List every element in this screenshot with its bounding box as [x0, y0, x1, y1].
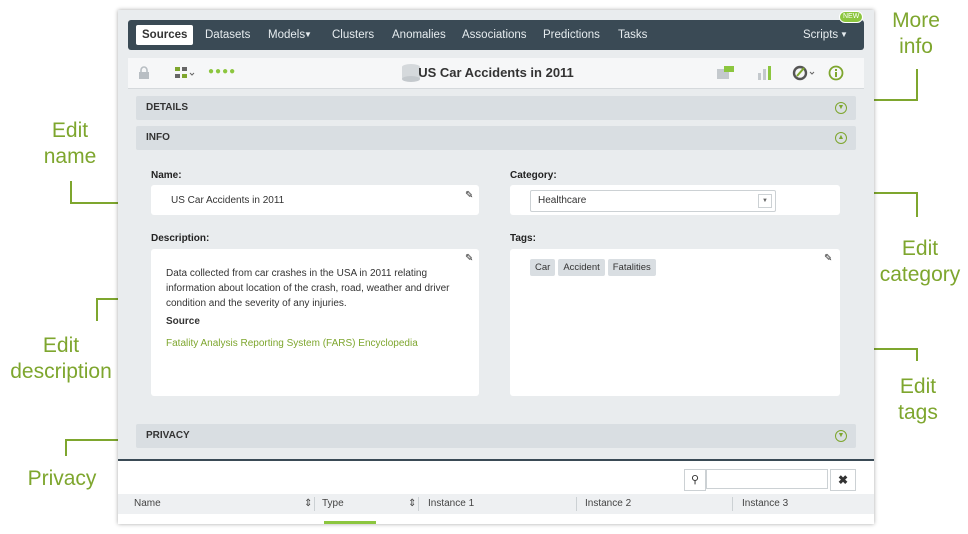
info-panel[interactable]: INFO ▲ — [136, 126, 856, 150]
tag-chip[interactable]: Accident — [558, 259, 605, 276]
tab-datasets[interactable]: Datasets — [205, 20, 250, 50]
clear-icon[interactable]: ✖ — [830, 469, 856, 491]
category-value: Healthcare — [538, 195, 587, 206]
column-divider — [732, 497, 733, 511]
column-name[interactable]: Name — [134, 494, 161, 514]
edit-pencil-icon[interactable]: ✎ — [465, 190, 473, 201]
annotation-edit-tags: Edit tags — [898, 375, 938, 424]
column-divider — [418, 497, 419, 511]
description-text: Data collected from car crashes in the U… — [166, 268, 450, 309]
source-link[interactable]: Fatality Analysis Reporting System (FARS… — [166, 338, 418, 349]
search-icon: ⚲ — [684, 469, 706, 491]
create-dataset-icon[interactable] — [716, 65, 736, 81]
tags-label: Tags: — [510, 233, 536, 244]
column-divider — [576, 497, 577, 511]
new-badge: NEW — [839, 11, 864, 23]
tab-models[interactable]: Models — [268, 20, 305, 50]
description-field[interactable]: Data collected from car crashes in the U… — [151, 249, 479, 396]
resource-toolbar: ●●●● US Car Accidents in 2011 — [128, 58, 864, 89]
tab-tasks[interactable]: Tasks — [618, 20, 647, 50]
column-instance-2[interactable]: Instance 2 — [585, 494, 631, 514]
chevron-down-icon[interactable]: ▼ — [840, 20, 848, 50]
tab-predictions[interactable]: Predictions — [543, 20, 600, 50]
tag-list: Car Accident Fatalities — [530, 257, 659, 276]
selected-row-indicator — [324, 521, 376, 524]
chart-icon[interactable] — [756, 65, 776, 81]
category-area: Healthcare ▼ — [510, 185, 840, 215]
column-instance-3[interactable]: Instance 3 — [742, 494, 788, 514]
details-label: DETAILS — [146, 102, 189, 113]
info-icon[interactable] — [828, 65, 844, 81]
name-field[interactable]: US Car Accidents in 2011 ✎ — [151, 185, 479, 215]
sort-icon[interactable]: ⇕ — [408, 494, 416, 514]
tab-anomalies[interactable]: Anomalies — [392, 20, 446, 50]
chevron-down-icon[interactable]: ▼ — [835, 102, 847, 114]
name-value: US Car Accidents in 2011 — [171, 195, 285, 206]
app-window: Sources Datasets Models ▼ Clusters Anoma… — [118, 10, 874, 524]
annotation-more-info: More info — [892, 9, 940, 58]
tab-sources[interactable]: Sources — [136, 25, 194, 45]
tags-field[interactable]: Car Accident Fatalities ✎ — [510, 249, 840, 396]
source-heading: Source — [166, 316, 200, 327]
category-label: Category: — [510, 170, 557, 181]
tag-chip[interactable]: Car — [530, 259, 556, 276]
details-panel[interactable]: DETAILS ▼ — [136, 96, 856, 120]
annotation-edit-category: Edit category — [879, 237, 961, 286]
column-divider — [314, 497, 315, 511]
category-select[interactable]: Healthcare ▼ — [530, 190, 776, 212]
sort-icon[interactable]: ⇕ — [304, 494, 312, 514]
configure-icon[interactable] — [792, 65, 818, 81]
chevron-down-icon[interactable]: ▼ — [304, 20, 312, 50]
annotation-privacy: Privacy — [27, 467, 97, 490]
select-arrow-icon[interactable]: ▼ — [758, 194, 772, 208]
column-type[interactable]: Type — [322, 494, 344, 514]
chevron-down-icon[interactable]: ▼ — [835, 430, 847, 442]
privacy-panel[interactable]: PRIVACY ▼ — [136, 424, 856, 448]
chevron-up-icon[interactable]: ▲ — [835, 132, 847, 144]
tab-associations[interactable]: Associations — [462, 20, 527, 50]
column-instance-1[interactable]: Instance 1 — [428, 494, 474, 514]
annotation-edit-description: Edit description — [10, 334, 112, 383]
edit-pencil-icon[interactable]: ✎ — [824, 253, 832, 264]
info-content: Name: US Car Accidents in 2011 ✎ Categor… — [136, 150, 856, 420]
fields-table: ⚲ ✖ Name ⇕ Type ⇕ Instance 1 Instance 2 … — [118, 459, 874, 524]
resource-title[interactable]: US Car Accidents in 2011 — [128, 58, 864, 88]
tab-clusters[interactable]: Clusters — [332, 20, 374, 50]
search-input[interactable] — [706, 469, 828, 489]
description-label: Description: — [151, 233, 210, 244]
privacy-label: PRIVACY — [146, 430, 190, 441]
edit-pencil-icon[interactable]: ✎ — [465, 253, 473, 264]
name-label: Name: — [151, 170, 182, 181]
top-nav: Sources Datasets Models ▼ Clusters Anoma… — [128, 11, 864, 50]
tag-chip[interactable]: Fatalities — [607, 259, 656, 276]
tab-scripts[interactable]: Scripts — [803, 20, 838, 50]
annotation-edit-name: Edit name — [43, 119, 97, 168]
info-label: INFO — [146, 132, 170, 143]
